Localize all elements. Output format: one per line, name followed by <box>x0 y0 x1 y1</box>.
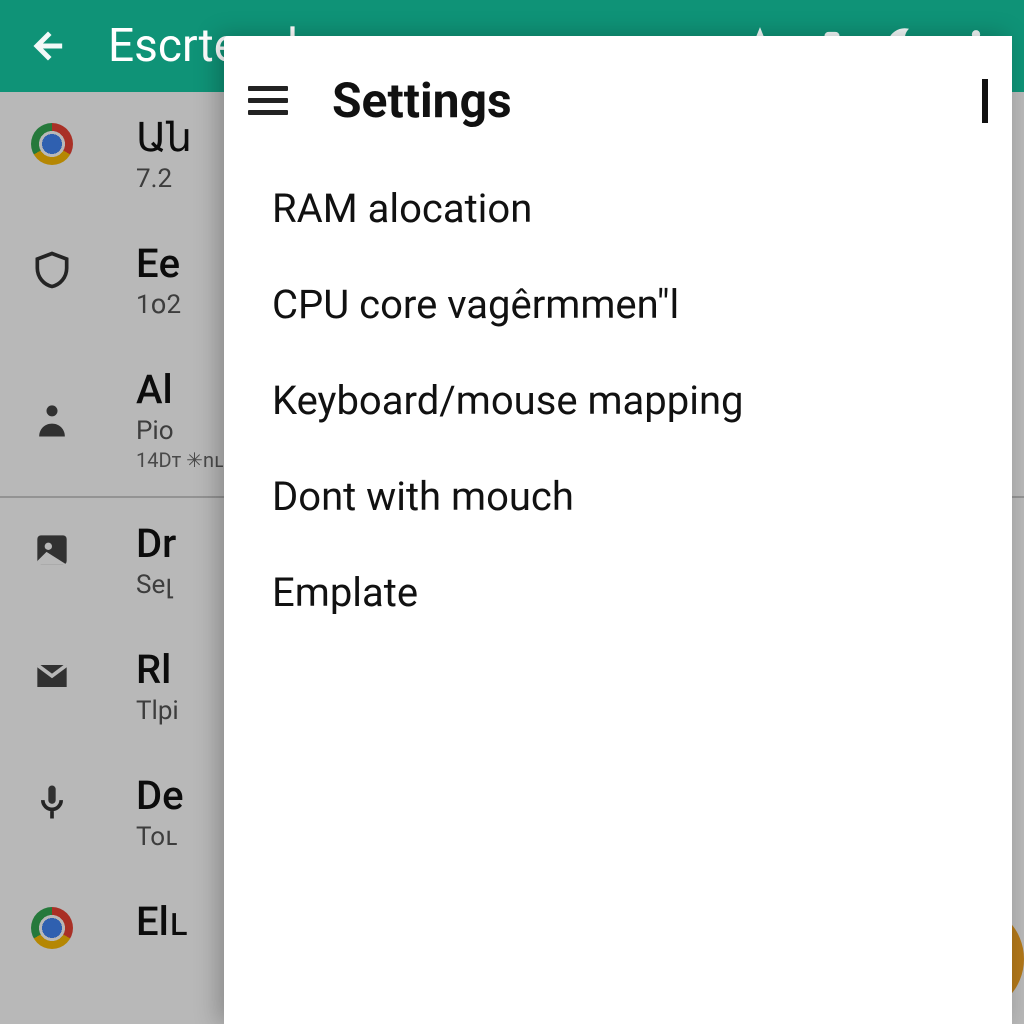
settings-item-keyboard-mouse[interactable]: Keyboard/mouse mapping <box>264 353 1004 449</box>
panel-items: RAM alocation CPU core vagêrmmen"l Keybo… <box>224 153 1012 641</box>
settings-item-ram[interactable]: RAM alocation <box>264 161 1004 257</box>
panel-header: Settings <box>224 44 1012 153</box>
shield-icon <box>24 242 80 298</box>
person-icon <box>24 392 80 448</box>
list-item-title: Al <box>136 368 223 412</box>
list-item-sub: 7.2 <box>136 164 192 194</box>
text-cursor-icon <box>982 79 988 123</box>
mic-icon <box>24 774 80 830</box>
photo-icon <box>24 522 80 578</box>
list-item-title: Rl <box>136 648 179 692</box>
list-item-title: Dr <box>136 522 176 566</box>
list-item-title: Ան <box>136 116 192 160</box>
chrome-icon <box>24 116 80 172</box>
list-item-title: Dе <box>136 774 184 818</box>
list-item-sub: Tlpi <box>136 696 179 726</box>
list-item-sub2: 14Dт ✳nւ <box>136 448 223 472</box>
hamburger-icon[interactable] <box>248 77 296 125</box>
list-item-sub: Toւ <box>136 822 184 852</box>
settings-item-cpu[interactable]: CPU core vagêrmmen"l <box>264 257 1004 353</box>
list-item-sub: Seլ <box>136 570 176 600</box>
chrome-icon <box>24 900 80 956</box>
panel-title: Settings <box>332 72 982 129</box>
back-icon[interactable] <box>18 16 78 76</box>
settings-item-mouch[interactable]: Dont with mouch <box>264 449 1004 545</box>
settings-panel: Settings RAM alocation CPU core vagêrmme… <box>224 36 1012 1024</box>
list-item-sub: Piо <box>136 416 223 446</box>
list-item-title: Elւ <box>136 900 186 944</box>
list-item-title: Eе <box>136 242 181 286</box>
list-item-sub: 1օ2 <box>136 290 181 320</box>
settings-item-emplate[interactable]: Emplate <box>264 545 1004 641</box>
mail-icon <box>24 648 80 704</box>
